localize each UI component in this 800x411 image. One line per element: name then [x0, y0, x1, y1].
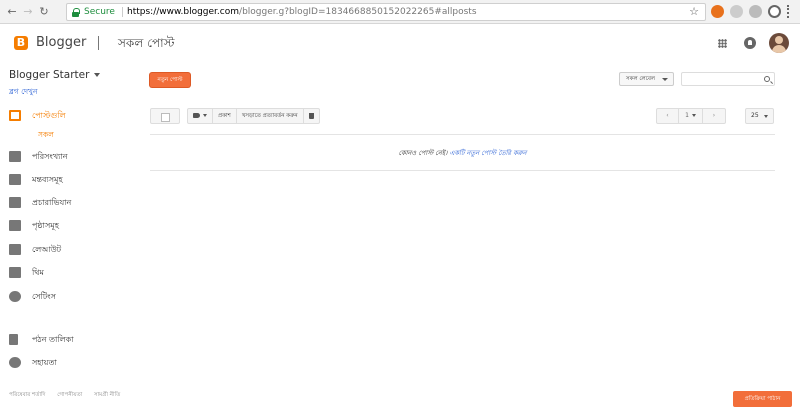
sidebar-item-all[interactable]: সকল [38, 128, 54, 142]
back-icon[interactable]: ← [6, 6, 18, 18]
view-blog-link[interactable]: ব্লগ দেখুন [9, 87, 37, 99]
chevron-left-icon: ‹ [666, 112, 669, 119]
chevron-down-icon [691, 114, 696, 117]
label-filter-dropdown[interactable]: সকল লেবেল [619, 72, 674, 86]
extension-shield-icon[interactable] [730, 5, 743, 18]
new-post-button[interactable]: নতুন পোস্ট [150, 73, 190, 87]
tag-icon [193, 113, 200, 118]
send-feedback-button[interactable]: প্রতিক্রিয়া পাঠান [733, 391, 792, 407]
reload-icon[interactable]: ↻ [38, 6, 50, 18]
extension-gauge-icon[interactable] [768, 5, 781, 18]
pages-icon [9, 220, 21, 231]
delete-button[interactable] [304, 109, 319, 123]
extension-icon[interactable] [749, 5, 762, 18]
pagination: ‹ 1 › [656, 108, 726, 124]
next-page-button[interactable]: › [703, 109, 725, 123]
help-icon [9, 357, 21, 368]
apps-grid-icon[interactable] [718, 39, 727, 48]
address-bar[interactable]: Secure https://www.blogger.com/blogger.g… [66, 3, 706, 21]
layout-icon [9, 244, 21, 255]
chevron-down-icon [94, 73, 101, 77]
chevron-down-icon [662, 78, 668, 81]
create-post-link[interactable]: একটি নতুন পোস্ট তৈরি করুন [450, 149, 527, 157]
sidebar: Blogger Starter ব্লগ দেখুন পোস্টগুলি সকল… [0, 62, 140, 411]
content-policy-link[interactable]: সামগ্রী নীতি [94, 392, 120, 398]
secure-label: Secure [84, 7, 115, 17]
label-menu-button[interactable] [188, 109, 213, 123]
trash-icon [308, 112, 314, 119]
lock-icon [72, 8, 80, 17]
divider [150, 134, 775, 135]
theme-icon [9, 267, 21, 278]
browser-toolbar: ← → ↻ Secure https://www.blogger.com/blo… [0, 0, 800, 24]
campaigns-icon [9, 197, 21, 208]
chevron-down-icon [203, 114, 207, 117]
extension-icon[interactable] [711, 5, 724, 18]
brand-name: Blogger [36, 35, 87, 50]
posts-icon [9, 110, 21, 121]
bookmark-star-icon[interactable]: ☆ [689, 4, 699, 20]
chevron-right-icon: › [712, 112, 716, 119]
search-input[interactable] [681, 72, 775, 86]
forward-icon[interactable]: → [22, 6, 34, 18]
publish-button[interactable]: প্রকাশ [213, 109, 237, 123]
posts-per-page-select[interactable]: 25 [745, 108, 774, 124]
gear-icon [9, 291, 21, 302]
notifications-icon[interactable] [744, 37, 756, 49]
sidebar-footer: পরিষেবার শর্তাদি গোপনীয়তা সামগ্রী নীতি [9, 392, 130, 400]
comments-icon [9, 174, 21, 185]
empty-state-message: কোনও পোস্ট নেই। একটি নতুন পোস্ট তৈরি করু… [398, 149, 527, 157]
url-text: https://www.blogger.com/blogger.g?blogID… [127, 7, 477, 17]
divider [150, 170, 775, 171]
menu-icon[interactable] [787, 5, 791, 18]
revert-to-draft-button[interactable]: খসড়াতে প্রত্যাবর্তন করুন [237, 109, 304, 123]
avatar[interactable] [769, 33, 789, 53]
blog-selector[interactable]: Blogger Starter [9, 69, 101, 81]
search-icon[interactable] [764, 76, 770, 82]
page-select[interactable]: 1 [679, 109, 703, 123]
select-all-checkbox[interactable] [150, 108, 180, 124]
post-actions-toolbar: প্রকাশ খসড়াতে প্রত্যাবর্তন করুন [187, 108, 320, 124]
bookmark-icon [9, 334, 18, 345]
app-header: B Blogger সকল পোস্ট [0, 24, 800, 62]
stats-icon [9, 151, 21, 162]
privacy-link[interactable]: গোপনীয়তা [57, 392, 82, 398]
blogger-logo-icon[interactable]: B [14, 36, 28, 50]
terms-link[interactable]: পরিষেবার শর্তাদি [9, 392, 45, 398]
prev-page-button[interactable]: ‹ [657, 109, 679, 123]
chevron-down-icon [764, 115, 768, 118]
page-title: সকল পোস্ট [118, 36, 175, 50]
